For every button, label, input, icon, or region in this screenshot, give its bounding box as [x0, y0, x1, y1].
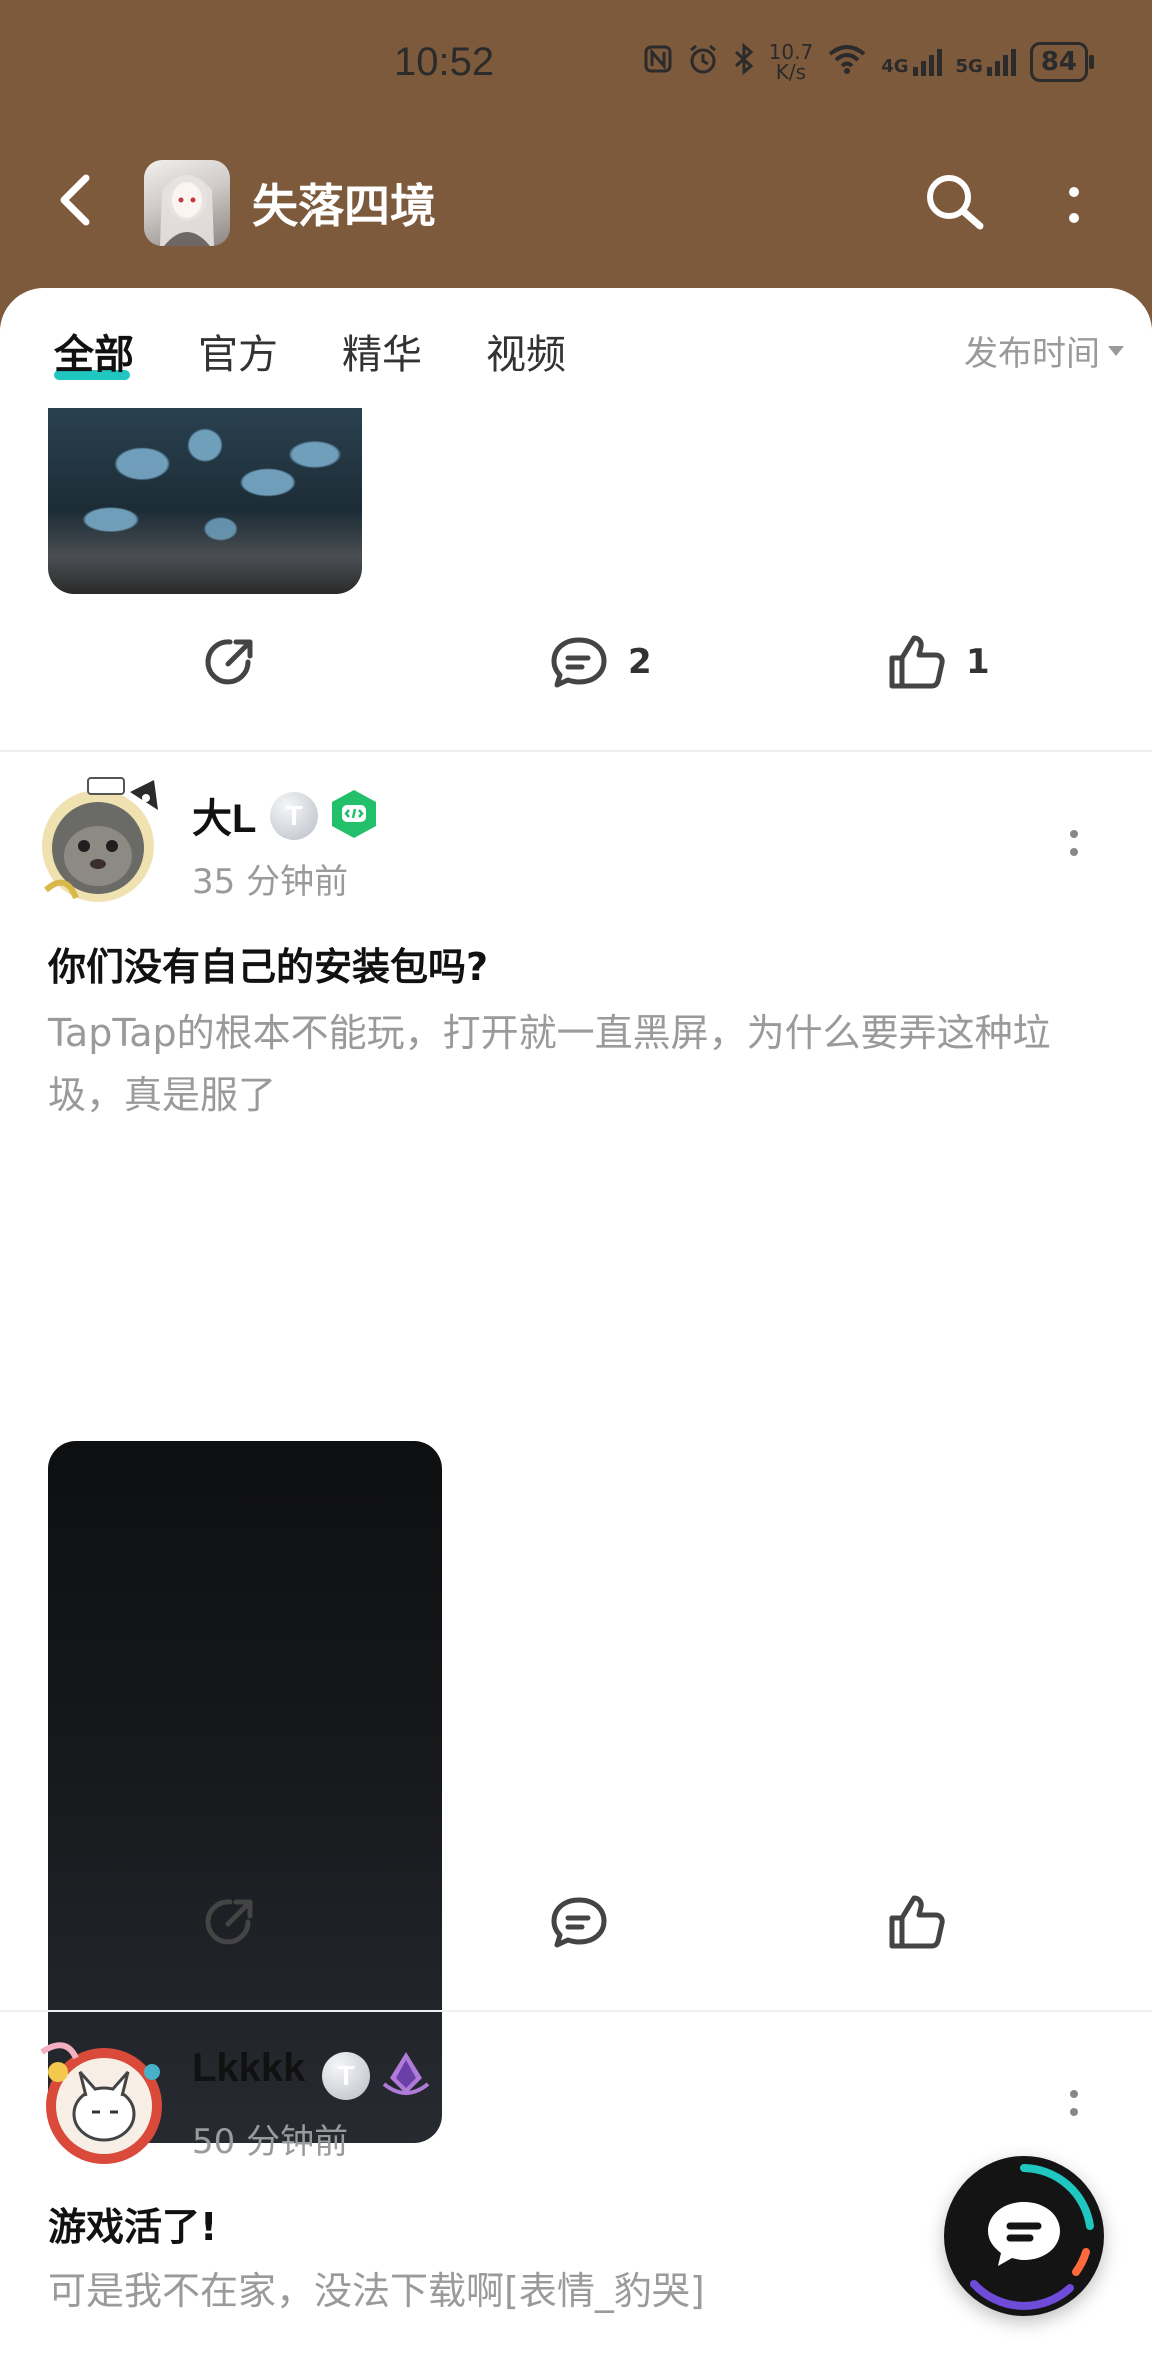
search-button[interactable]: [922, 170, 988, 236]
signal-4g-icon: 4G: [881, 47, 942, 77]
comment-icon: [551, 637, 607, 688]
comment-count: 2: [628, 642, 652, 682]
gem-badge-icon: [380, 2048, 432, 2100]
post-body[interactable]: TapTap的根本不能玩，打开就一直黑屏，为什么要弄这种垃圾，真是服了: [48, 1002, 1108, 1126]
like-count: 1: [966, 642, 990, 682]
status-icons: 10.7 K/s 4G 5G 84: [643, 42, 1095, 82]
username[interactable]: 大L: [192, 786, 256, 844]
post-time: 35 分钟前: [192, 862, 349, 902]
post-title[interactable]: 游戏活了!: [48, 2196, 217, 2251]
avatar[interactable]: [36, 2032, 174, 2170]
net-speed: 10.7 K/s: [769, 42, 814, 82]
alarm-icon: [687, 43, 719, 82]
post-actions: [0, 1892, 1152, 1972]
more-menu-button[interactable]: [1054, 178, 1094, 238]
post-more-button[interactable]: [1064, 826, 1084, 866]
tab-bar: 全部 官方 精华 视频 发布时间: [0, 288, 1152, 408]
thumbs-up-icon: [889, 635, 945, 689]
tab-official[interactable]: 官方: [198, 322, 278, 380]
comment-icon: [551, 1897, 607, 1948]
bluetooth-icon: [733, 42, 755, 82]
share-icon: [205, 639, 253, 685]
tab-all[interactable]: 全部: [54, 322, 134, 380]
tab-featured[interactable]: 精华: [342, 322, 422, 380]
signal-4g-label: 4G: [881, 56, 909, 77]
signal-5g-label: 5G: [955, 56, 983, 77]
comment-button[interactable]: 2: [548, 632, 652, 692]
like-button[interactable]: [886, 1892, 948, 1952]
like-button[interactable]: 1: [886, 632, 990, 692]
wifi-icon: [827, 43, 867, 82]
developer-badge-icon: [328, 788, 380, 840]
signal-5g-icon: 5G: [956, 47, 1016, 77]
avatar[interactable]: [36, 772, 174, 910]
level-badge: T: [270, 792, 318, 840]
nfc-icon: [643, 44, 673, 81]
chat-fab-button[interactable]: [944, 2156, 1104, 2316]
back-button[interactable]: [52, 170, 102, 230]
share-button[interactable]: [200, 1892, 260, 1952]
chevron-down-icon: [1108, 345, 1124, 356]
post-image[interactable]: [48, 408, 362, 594]
post-more-button[interactable]: [1064, 2086, 1084, 2126]
game-icon[interactable]: [144, 160, 230, 246]
thumbs-up-icon: [889, 1895, 945, 1949]
status-time: 10:52: [394, 40, 495, 84]
top-bar: 10:52 10.7 K/s 4G 5G 84 失落四境: [0, 0, 1152, 300]
divider: [0, 2010, 1152, 2012]
sort-dropdown[interactable]: 发布时间: [964, 326, 1124, 375]
post-title[interactable]: 你们没有自己的安装包吗?: [48, 936, 488, 991]
feed-sheet: 全部 官方 精华 视频 发布时间 2 1 大L T 35 分钟前 你们没有自己的…: [0, 288, 1152, 2376]
net-speed-value: 10.7: [768, 40, 814, 64]
share-icon: [205, 1899, 253, 1945]
post-actions: 2 1: [0, 632, 1152, 712]
page-title: 失落四境: [252, 179, 436, 233]
net-speed-unit: K/s: [775, 60, 807, 84]
comment-button[interactable]: [548, 1892, 610, 1952]
level-badge: T: [322, 2052, 370, 2100]
divider: [0, 750, 1152, 752]
post-time: 50 分钟前: [192, 2122, 349, 2162]
share-button[interactable]: [200, 632, 260, 692]
sort-label: 发布时间: [964, 334, 1100, 374]
tab-video[interactable]: 视频: [486, 322, 566, 380]
battery-indicator: 84: [1029, 42, 1095, 82]
username[interactable]: Lkkkk: [192, 2046, 305, 2091]
